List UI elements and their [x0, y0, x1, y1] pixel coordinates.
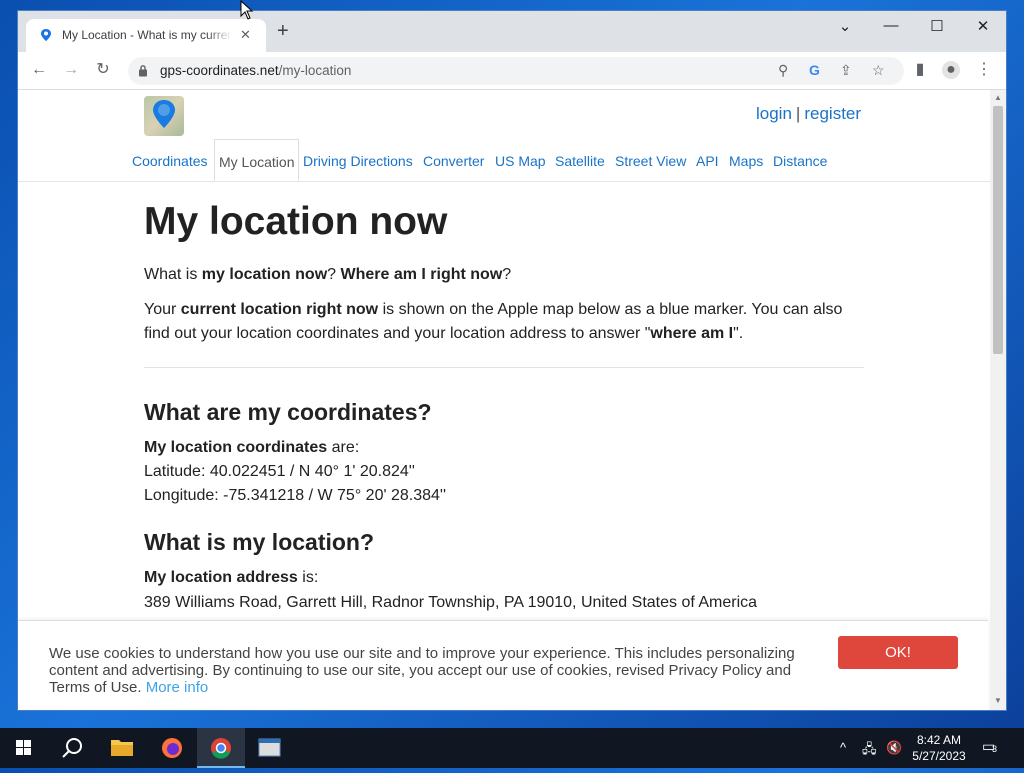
tab-title: My Location - What is my current locatio… — [62, 28, 232, 42]
address-label: My location address is: — [144, 569, 319, 586]
nav-converter[interactable]: Converter — [423, 153, 484, 169]
question-line: What is my location now? Where am I righ… — [144, 266, 512, 283]
scroll-down-icon[interactable]: ▼ — [994, 696, 1002, 705]
profile-icon[interactable]: ● — [942, 61, 960, 79]
vertical-scrollbar[interactable]: ▲ ▼ — [990, 90, 1006, 710]
chrome-button[interactable] — [197, 728, 245, 768]
scroll-thumb[interactable] — [993, 106, 1003, 354]
clock-time: 8:42 AM — [916, 733, 962, 747]
tab-close-icon[interactable]: ✕ — [240, 27, 251, 43]
folder-icon — [111, 740, 133, 756]
location-pin-icon[interactable]: ⚲ — [778, 62, 788, 79]
start-button[interactable] — [0, 728, 48, 768]
lock-icon — [139, 65, 147, 77]
latitude-value: Latitude: 40.022451 / N 40° 1' 20.824'' — [144, 463, 415, 480]
coords-heading: What are my coordinates? — [144, 399, 432, 425]
new-tab-icon[interactable]: + — [277, 21, 289, 41]
cookie-banner: We use cookies to understand how you use… — [18, 620, 988, 710]
site-logo[interactable] — [144, 96, 184, 136]
chrome-icon — [211, 738, 231, 759]
tray-overflow-icon[interactable]: ^ — [840, 740, 846, 755]
windows-logo-icon — [16, 740, 31, 755]
close-window-icon[interactable]: ✕ — [968, 17, 998, 35]
nav-us-map[interactable]: US Map — [495, 153, 546, 169]
network-icon[interactable]: 🖧 — [862, 740, 877, 762]
auth-separator: | — [795, 104, 801, 123]
volume-muted-icon[interactable]: 🔇 — [886, 740, 902, 756]
cookie-text: We use cookies to understand how you use… — [49, 645, 795, 696]
gps-logo-icon — [153, 100, 175, 128]
system-clock[interactable]: 8:42 AM 5/27/2023 — [906, 732, 972, 764]
tab-search-icon[interactable]: ⌄ — [830, 17, 860, 35]
more-info-link[interactable]: More info — [146, 679, 209, 696]
nav-satellite[interactable]: Satellite — [555, 153, 605, 169]
search-button[interactable] — [48, 728, 96, 768]
nav-distance[interactable]: Distance — [773, 153, 827, 169]
menu-kebab-icon[interactable]: ⋮ — [975, 61, 993, 79]
share-icon[interactable]: ⇪ — [840, 62, 852, 79]
longitude-value: Longitude: -75.341218 / W 75° 20' 28.384… — [144, 487, 447, 504]
auth-links: login | register — [756, 104, 861, 124]
browser-toolbar: ← → ↻ gps-coordinates.net/my-location ⚲ … — [18, 52, 1006, 90]
file-explorer-button[interactable] — [98, 728, 146, 768]
url-text: gps-coordinates.net/my-location — [160, 63, 352, 78]
notification-count: 3 — [992, 744, 998, 754]
back-icon[interactable]: ← — [30, 61, 48, 79]
tab-strip: My Location - What is my current locatio… — [18, 11, 1006, 52]
search-icon — [62, 738, 82, 758]
window-app-icon — [258, 738, 281, 757]
taskbar: ^ 🖧 🔇 8:42 AM 5/27/2023 ▭ 3 — [0, 728, 1024, 768]
clock-date: 5/27/2023 — [912, 749, 966, 763]
scroll-up-icon[interactable]: ▲ — [994, 93, 1002, 102]
minimize-icon[interactable]: — — [876, 17, 906, 34]
forward-icon[interactable]: → — [62, 61, 80, 79]
google-icon[interactable]: G — [809, 62, 820, 78]
nav-my-location[interactable]: My Location — [214, 139, 300, 181]
firefox-icon — [162, 738, 182, 758]
bookmark-star-icon[interactable]: ☆ — [872, 62, 885, 79]
app-window-button[interactable] — [246, 728, 294, 768]
side-panel-icon[interactable]: ▮ — [911, 61, 929, 79]
location-heading: What is my location? — [144, 529, 375, 555]
section-divider — [144, 367, 864, 368]
login-link[interactable]: login — [756, 104, 792, 123]
page-title: My location now — [144, 200, 448, 243]
register-link[interactable]: register — [804, 104, 861, 123]
gps-pin-icon — [41, 29, 51, 41]
address-bar[interactable]: gps-coordinates.net/my-location ⚲ G ⇪ ☆ — [128, 57, 904, 85]
browser-tab[interactable]: My Location - What is my current locatio… — [26, 19, 266, 52]
coords-label: My location coordinates are: — [144, 439, 360, 456]
browser-window: My Location - What is my current locatio… — [18, 11, 1006, 710]
nav-driving-directions[interactable]: Driving Directions — [303, 153, 413, 169]
nav-maps[interactable]: Maps — [729, 153, 763, 169]
reload-icon[interactable]: ↻ — [94, 61, 112, 79]
firefox-button[interactable] — [148, 728, 196, 768]
nav-street-view[interactable]: Street View — [615, 153, 686, 169]
address-value: 389 Williams Road, Garrett Hill, Radnor … — [144, 594, 758, 611]
nav-coordinates[interactable]: Coordinates — [132, 153, 208, 169]
mouse-cursor-icon — [240, 0, 254, 20]
page-viewport: login | register Coordinates My Location D… — [18, 90, 990, 710]
cookie-ok-button[interactable]: OK! — [838, 636, 958, 669]
notification-center-icon[interactable]: ▭ 3 — [982, 738, 1002, 756]
nav-api[interactable]: API — [696, 153, 719, 169]
maximize-icon[interactable]: ☐ — [922, 17, 952, 35]
nav-divider — [18, 181, 990, 182]
intro-paragraph: Your current location right now is shown… — [144, 301, 843, 342]
